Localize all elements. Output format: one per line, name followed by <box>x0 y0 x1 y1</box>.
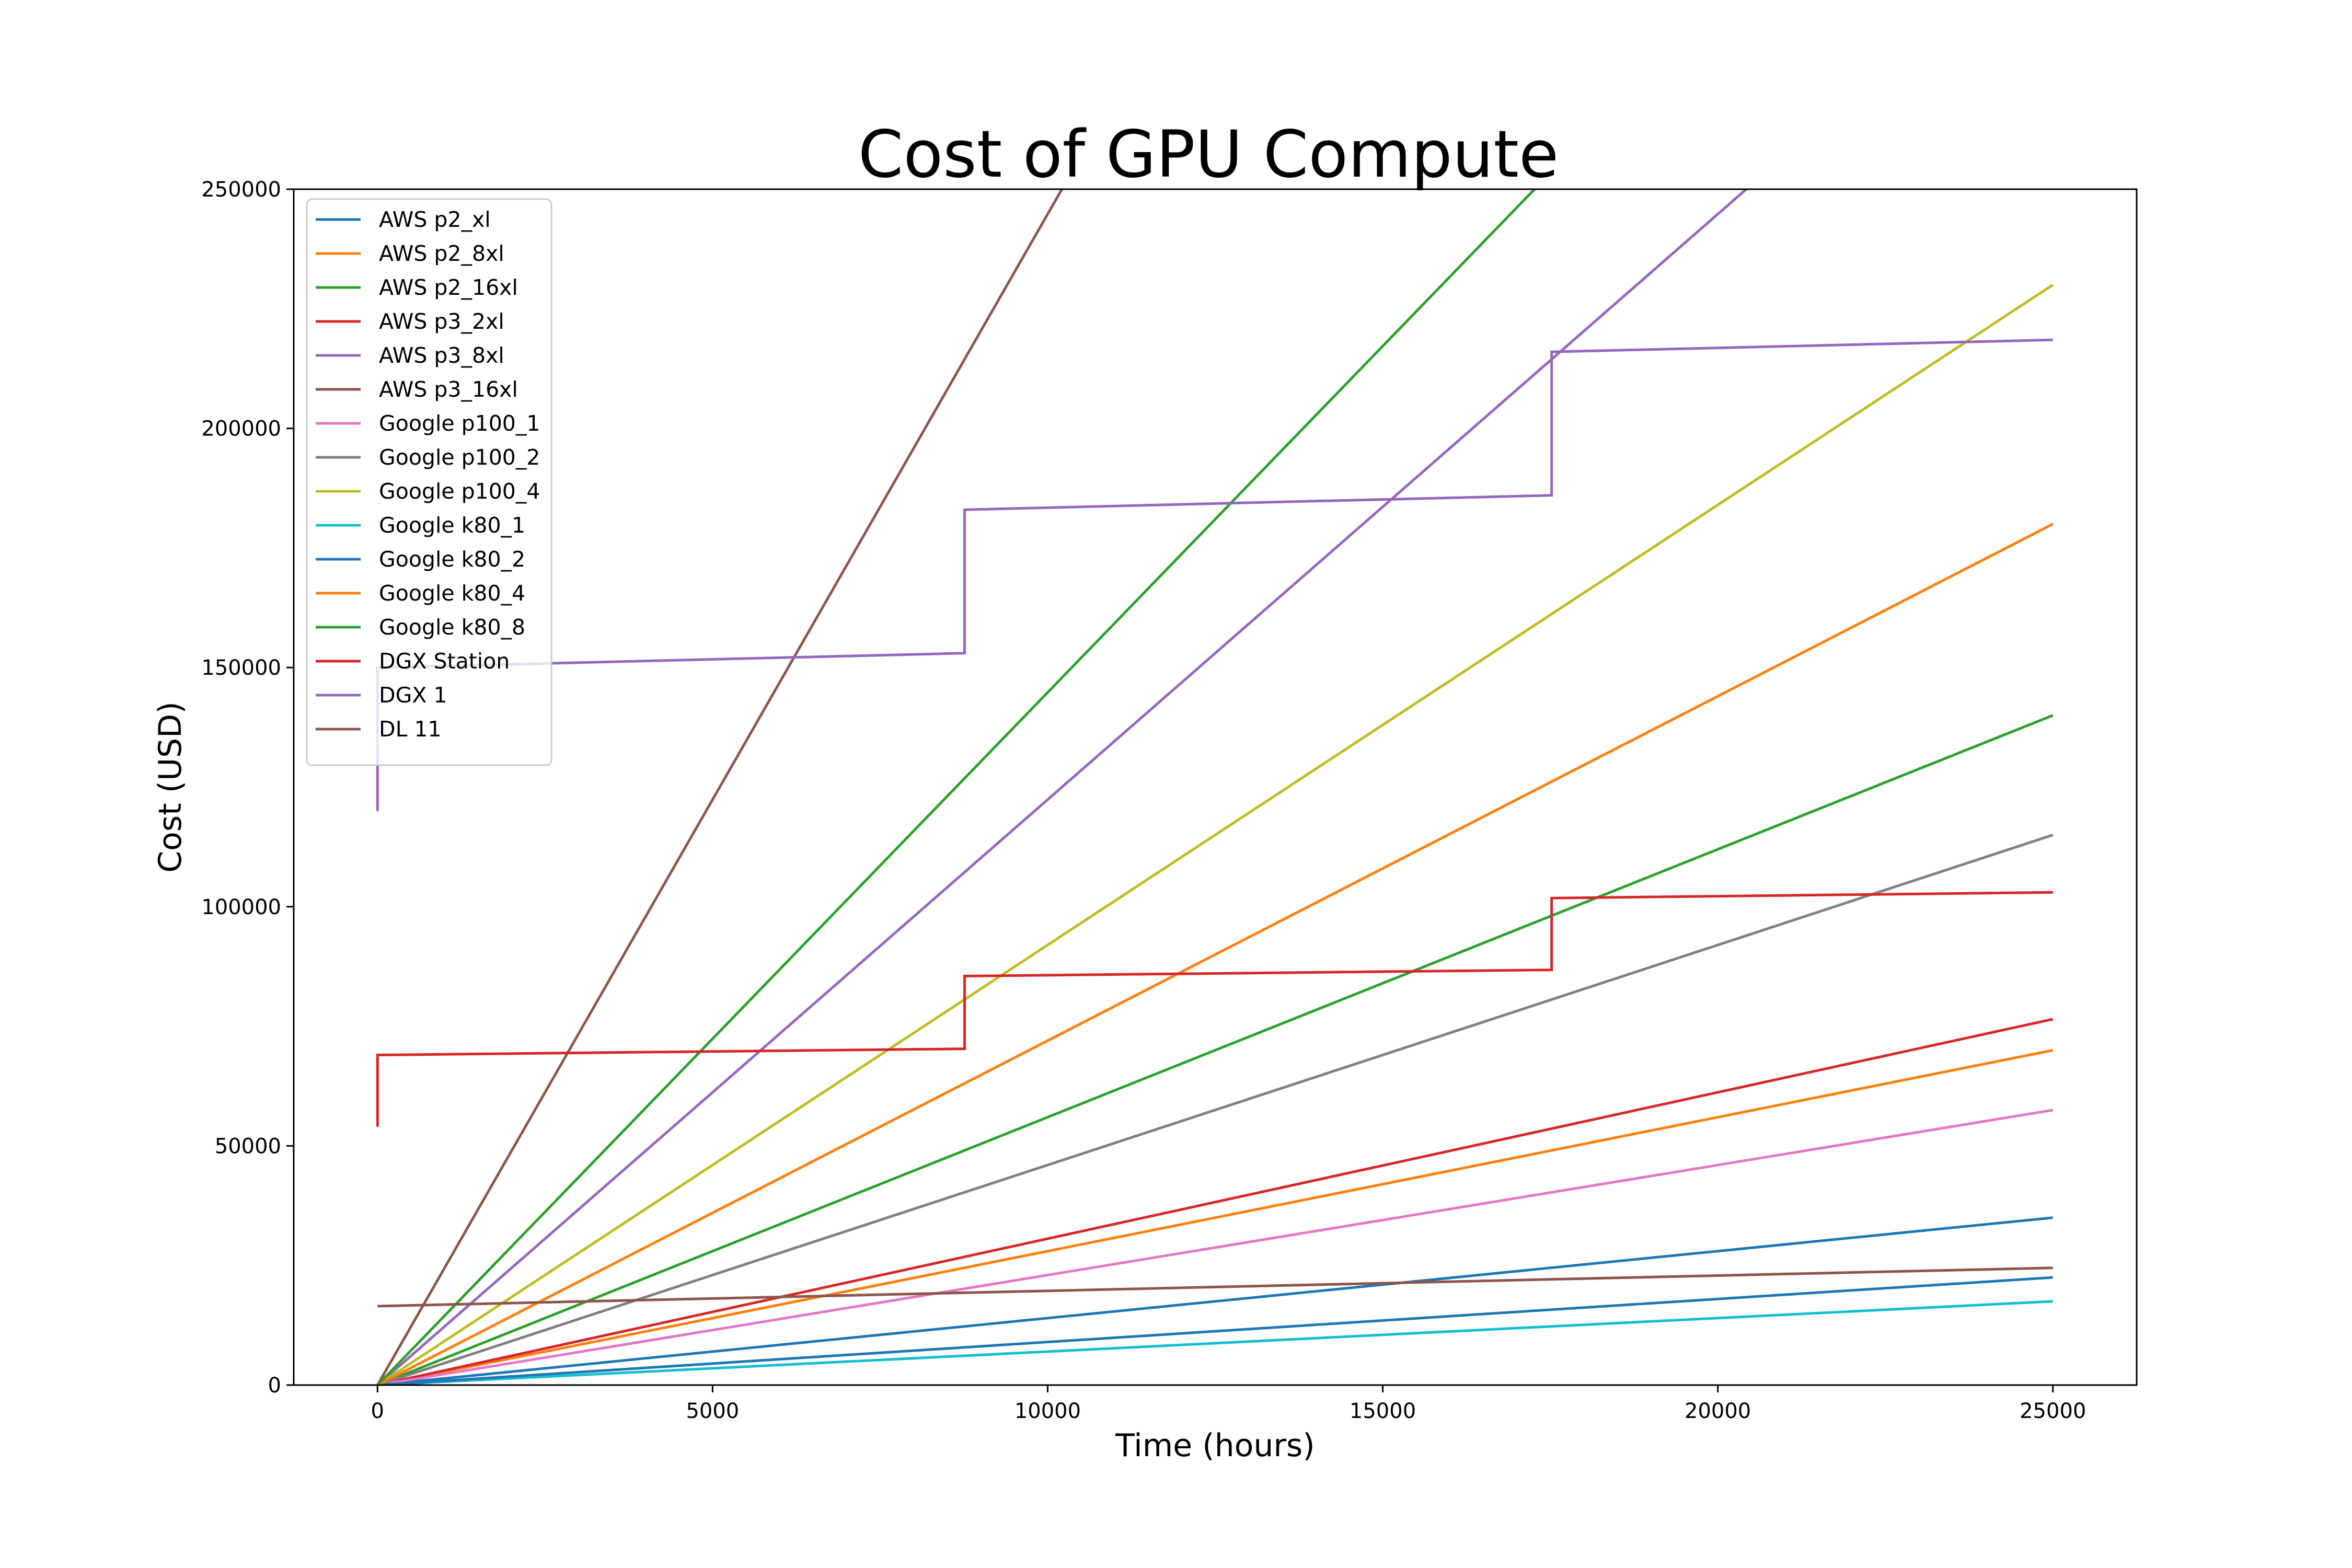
x-tick-label: 25000 <box>2020 1399 2086 1423</box>
x-tick-label: 0 <box>371 1399 384 1423</box>
legend: AWS p2_xl AWS p2_8xl AWS p2_16xl AWS p3_2xl… <box>306 198 552 766</box>
x-tick-label: 15000 <box>1350 1399 1416 1423</box>
legend-label: Google k80_1 <box>379 513 525 538</box>
y-tick-label: 250000 <box>201 178 281 202</box>
legend-label: AWS p2_16xl <box>379 275 518 300</box>
y-tick-label: 150000 <box>201 656 281 680</box>
legend-label: Google k80_8 <box>379 615 525 640</box>
gpu-cost-chart: Cost of GPU Compute 0 5000 10000 15000 20000… <box>0 0 2352 1568</box>
y-tick-label: 0 <box>268 1374 281 1398</box>
y-axis-label: Cost (USD) <box>152 701 189 872</box>
x-tick-label: 20000 <box>1685 1399 1751 1423</box>
legend-label: Google p100_1 <box>379 411 540 436</box>
y-tick-label: 50000 <box>215 1134 281 1158</box>
x-axis-label: Time (hours) <box>1115 1427 1315 1464</box>
legend-label: Google k80_4 <box>379 581 525 606</box>
chart-title: Cost of GPU Compute <box>858 117 1559 192</box>
legend-label: DL 11 <box>379 717 442 742</box>
legend-label: DGX Station <box>379 649 510 674</box>
legend-label: Google p100_2 <box>379 445 540 470</box>
y-tick-label: 200000 <box>201 417 281 441</box>
y-tick-label: 100000 <box>201 895 281 919</box>
legend-label: Google p100_4 <box>379 479 540 504</box>
x-tick-label: 5000 <box>686 1399 739 1423</box>
legend-label: AWS p2_xl <box>379 207 491 232</box>
legend-label: AWS p3_2xl <box>379 309 504 334</box>
legend-label: DGX 1 <box>379 683 447 708</box>
x-tick-label: 10000 <box>1014 1399 1081 1423</box>
legend-label: Google k80_2 <box>379 547 525 572</box>
legend-label: AWS p2_8xl <box>379 241 504 266</box>
legend-label: AWS p3_8xl <box>379 343 504 368</box>
legend-label: AWS p3_16xl <box>379 377 518 402</box>
